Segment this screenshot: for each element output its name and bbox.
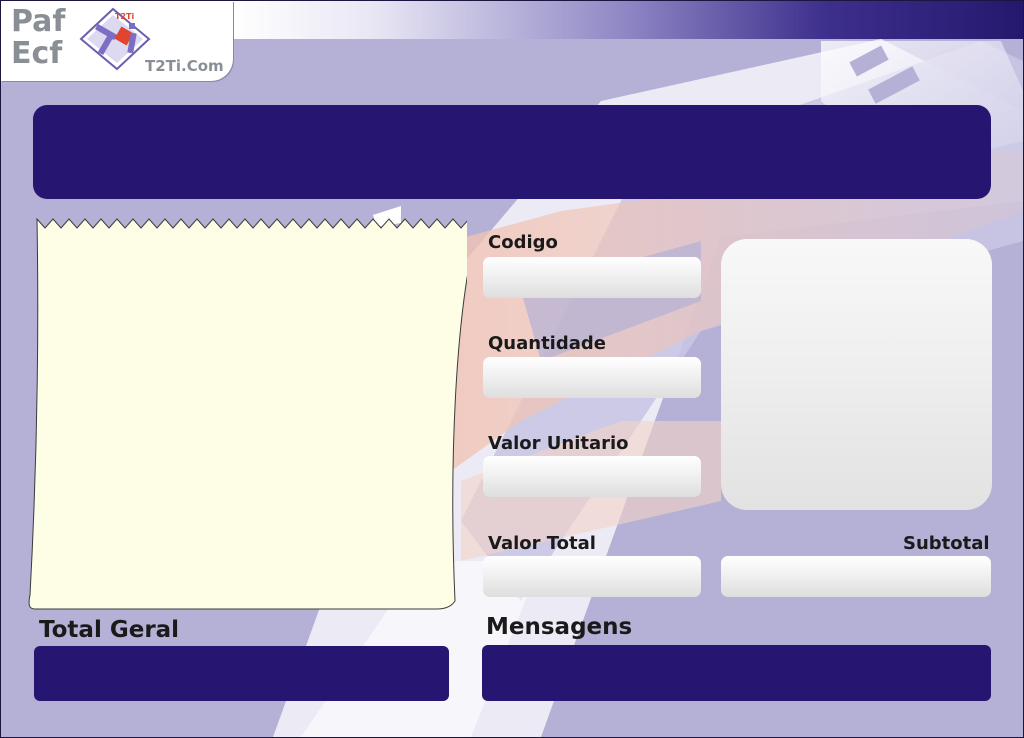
mensagens-display	[482, 645, 991, 701]
header-gradient-band	[233, 1, 1023, 39]
mensagens-label: Mensagens	[486, 614, 633, 640]
total-geral-label: Total Geral	[39, 617, 180, 643]
valor-total-input[interactable]	[483, 556, 701, 597]
top-display-panel	[33, 105, 991, 199]
valor-unitario-input[interactable]	[483, 456, 701, 497]
product-image-panel	[721, 239, 992, 510]
quantidade-input[interactable]	[483, 357, 701, 398]
valor-unitario-label: Valor Unitario	[488, 433, 629, 454]
subtotal-label: Subtotal	[903, 533, 990, 554]
logo-area: Paf Ecf T2Ti T2Ti.Com	[1, 1, 233, 81]
receipt-paper	[28, 217, 467, 610]
total-geral-display	[34, 646, 449, 701]
valor-total-label: Valor Total	[488, 533, 596, 554]
subtotal-input[interactable]	[721, 556, 991, 597]
codigo-input[interactable]	[483, 257, 701, 298]
quantidade-label: Quantidade	[488, 333, 606, 354]
codigo-label: Codigo	[488, 232, 558, 253]
logo-site-text: T2Ti.Com	[145, 57, 224, 75]
logo-text-ecf: Ecf	[11, 36, 63, 71]
logo-mark-text: T2Ti	[115, 12, 134, 21]
logo-text-paf: Paf	[11, 4, 66, 39]
paf-ecf-main-screen: Paf Ecf T2Ti T2Ti.Com Codigo Quantidade …	[0, 0, 1024, 738]
